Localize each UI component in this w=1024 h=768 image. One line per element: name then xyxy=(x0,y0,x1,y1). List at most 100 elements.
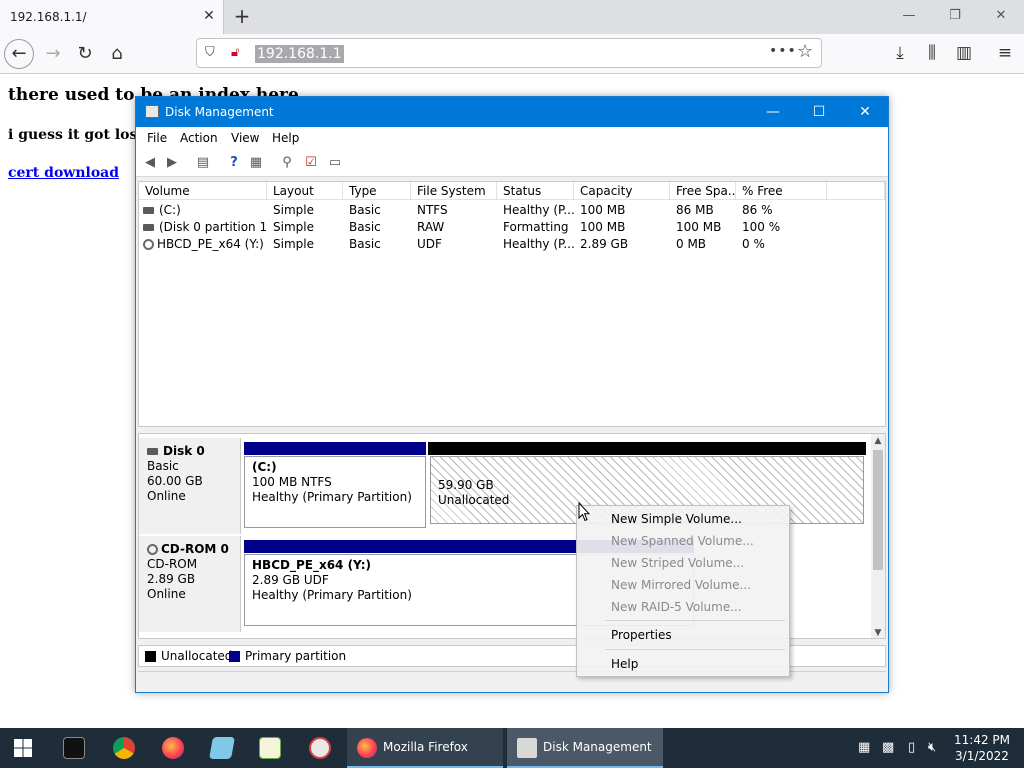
volume-layout: Simple xyxy=(273,203,314,217)
volume-free-space: 100 MB xyxy=(676,220,722,234)
page-actions-icon[interactable]: ••• xyxy=(769,43,797,59)
display-icon[interactable]: ▩ xyxy=(882,740,894,755)
clock-date: 3/1/2022 xyxy=(955,749,1009,763)
legend-label: Primary partition xyxy=(245,649,347,663)
close-icon[interactable]: ✕ xyxy=(842,97,888,127)
forward-arrow-icon[interactable]: → xyxy=(38,39,68,69)
drive-icon xyxy=(147,448,158,455)
vertical-scrollbar[interactable]: ▲ ▼ xyxy=(871,434,885,638)
paint-app-icon[interactable] xyxy=(296,728,344,768)
volume-type: Basic xyxy=(349,203,381,217)
taskbar-item-disk-management[interactable]: Disk Management xyxy=(507,728,663,768)
sidebar-icon[interactable]: ▥ xyxy=(953,43,975,63)
disk-management-icon xyxy=(517,738,537,758)
minimize-icon[interactable]: — xyxy=(750,97,796,127)
menu-item-new-simple-volume[interactable]: New Simple Volume... xyxy=(611,512,742,526)
volume-layout: Simple xyxy=(273,220,314,234)
check-icon[interactable]: ☑ xyxy=(302,155,320,171)
system-clock[interactable]: 11:42 PM 3/1/2022 xyxy=(950,732,1014,764)
table-row[interactable]: (Disk 0 partition 1) Simple Basic RAW Fo… xyxy=(139,219,885,236)
chrome-app-icon[interactable] xyxy=(100,728,148,768)
browser-tab[interactable]: 192.168.1.1/ ✕ xyxy=(0,0,224,34)
legend-swatch-unallocated xyxy=(145,651,156,662)
menu-item-properties[interactable]: Properties xyxy=(611,628,672,642)
scroll-up-icon[interactable]: ▲ xyxy=(871,436,885,446)
menu-separator xyxy=(605,649,785,650)
partition-size: 100 MB NTFS xyxy=(252,475,332,489)
column-header-free-space[interactable]: Free Spa... xyxy=(670,182,736,200)
menu-action[interactable]: Action xyxy=(180,131,218,145)
volume-name: HBCD_PE_x64 (Y:) xyxy=(157,237,264,251)
column-header-volume[interactable]: Volume xyxy=(139,182,267,200)
scroll-down-icon[interactable]: ▼ xyxy=(871,628,885,638)
forward-arrow-icon[interactable]: ▶ xyxy=(163,155,181,171)
minimize-icon[interactable]: — xyxy=(898,6,920,26)
list-view-icon[interactable]: ▦ xyxy=(247,155,265,171)
taskbar: Mozilla Firefox Disk Management ▦ ▩ ▯ 🔇︎… xyxy=(0,728,1024,768)
volume-percent-free: 0 % xyxy=(742,237,765,251)
menu-help[interactable]: Help xyxy=(272,131,299,145)
clock-time: 11:42 PM xyxy=(954,733,1010,747)
column-header-status[interactable]: Status xyxy=(497,182,574,200)
table-row[interactable]: HBCD_PE_x64 (Y:) Simple Basic UDF Health… xyxy=(139,236,885,253)
console-tree-icon[interactable]: ▤ xyxy=(194,155,212,171)
close-tab-icon[interactable]: ✕ xyxy=(200,7,218,25)
usb-icon[interactable]: ▯ xyxy=(908,740,915,755)
library-icon[interactable]: ⫼ xyxy=(921,43,943,63)
rescan-icon[interactable]: ⚲ xyxy=(278,155,296,171)
column-header-percent-free[interactable]: % Free xyxy=(736,182,827,200)
insecure-lock-icon[interactable]: 🔓︎ xyxy=(231,45,247,61)
properties-icon[interactable]: ▭ xyxy=(326,155,344,171)
menu-bar: File Action View Help xyxy=(136,127,888,149)
maximize-icon[interactable]: ☐ xyxy=(796,97,842,127)
menu-hamburger-icon[interactable]: ≡ xyxy=(994,43,1016,63)
menu-file[interactable]: File xyxy=(147,131,167,145)
partition-c[interactable]: (C:) 100 MB NTFS Healthy (Primary Partit… xyxy=(244,456,426,528)
disk-kind: CD-ROM xyxy=(147,557,198,571)
back-arrow-icon[interactable]: ◀ xyxy=(141,155,159,171)
download-icon[interactable]: ⤓ xyxy=(889,43,911,63)
cdrom-0-label[interactable]: CD-ROM 0 CD-ROM 2.89 GB Online xyxy=(139,536,241,632)
spreadsheet-app-icon[interactable] xyxy=(246,728,294,768)
column-header-type[interactable]: Type xyxy=(343,182,411,200)
home-icon[interactable]: ⌂ xyxy=(102,39,132,69)
primary-partition-bar xyxy=(244,442,426,455)
bookmark-star-icon[interactable]: ☆ xyxy=(797,41,813,62)
column-header-layout[interactable]: Layout xyxy=(267,182,343,200)
windows-start-icon[interactable] xyxy=(0,728,48,768)
url-text[interactable]: 192.168.1.1 xyxy=(255,45,344,63)
taskbar-item-firefox[interactable]: Mozilla Firefox xyxy=(347,728,503,768)
window-title-bar[interactable]: Disk Management — ☐ ✕ xyxy=(136,97,888,127)
volume-percent-free: 86 % xyxy=(742,203,773,217)
firefox-app-icon[interactable] xyxy=(149,728,197,768)
volume-type: Basic xyxy=(349,237,381,251)
disk-0-label[interactable]: Disk 0 Basic 60.00 GB Online xyxy=(139,438,241,534)
menu-item-new-striped-volume[interactable]: New Striped Volume... xyxy=(611,556,744,570)
notepad-app-icon[interactable] xyxy=(198,728,246,768)
menu-view[interactable]: View xyxy=(231,131,259,145)
back-arrow-icon[interactable]: ← xyxy=(4,39,34,69)
cert-download-link[interactable]: cert download xyxy=(8,165,119,181)
volume-status: Healthy (P... xyxy=(503,203,574,217)
help-icon[interactable]: ? xyxy=(225,155,243,171)
reload-icon[interactable]: ↻ xyxy=(70,39,100,69)
menu-item-new-mirrored-volume[interactable]: New Mirrored Volume... xyxy=(611,578,751,592)
scroll-thumb[interactable] xyxy=(873,450,883,570)
shield-icon[interactable]: ⛉ xyxy=(205,45,219,61)
column-header-capacity[interactable]: Capacity xyxy=(574,182,670,200)
table-row[interactable]: (C:) Simple Basic NTFS Healthy (P... 100… xyxy=(139,202,885,219)
volume-muted-icon[interactable]: 🔇︎ xyxy=(928,740,936,755)
column-header-file-system[interactable]: File System xyxy=(411,182,497,200)
cmd-app-icon[interactable] xyxy=(50,728,98,768)
close-window-icon[interactable]: ✕ xyxy=(990,6,1012,26)
restore-icon[interactable]: ❐ xyxy=(944,6,966,26)
volume-list: Volume Layout Type File System Status Ca… xyxy=(138,181,886,427)
menu-item-new-spanned-volume[interactable]: New Spanned Volume... xyxy=(611,534,754,548)
url-bar[interactable]: ⛉ 🔓︎ 192.168.1.1 ••• ☆ xyxy=(196,38,822,68)
menu-item-new-raid5-volume[interactable]: New RAID-5 Volume... xyxy=(611,600,742,614)
menu-item-help[interactable]: Help xyxy=(611,657,638,671)
network-icon[interactable]: ▦ xyxy=(858,740,870,755)
menu-separator xyxy=(605,620,785,621)
column-header-empty xyxy=(827,182,885,200)
new-tab-icon[interactable]: + xyxy=(232,5,252,27)
